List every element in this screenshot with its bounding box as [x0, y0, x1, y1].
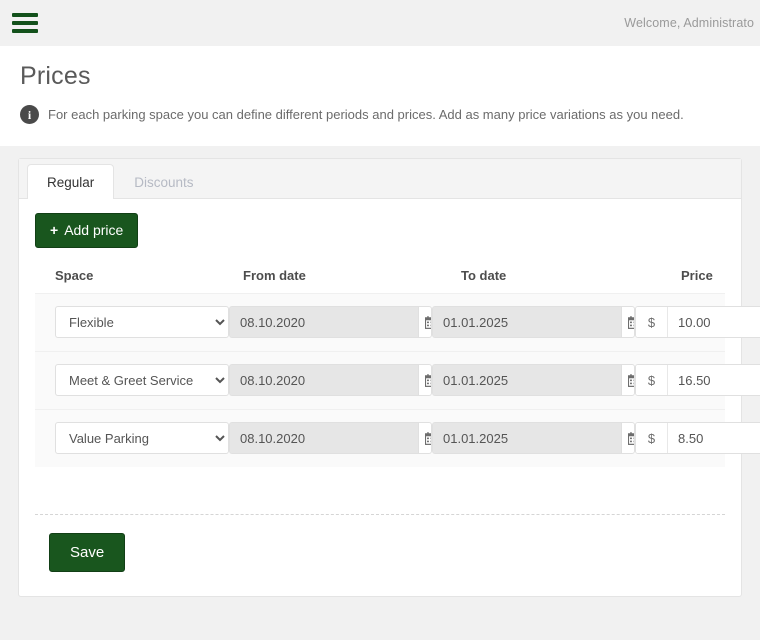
hamburger-bar — [12, 21, 38, 25]
column-header-price: Price — [681, 267, 713, 283]
hamburger-bar — [12, 13, 38, 17]
to-date-calendar-button[interactable] — [621, 307, 634, 338]
tab-bar: Regular Discounts — [19, 159, 741, 199]
price-input[interactable] — [668, 365, 760, 396]
to-date-group — [432, 422, 635, 455]
table-row: Value Parking 08.10.2020 01.01.2025 $ 8.… — [35, 408, 760, 467]
save-button[interactable]: Save — [49, 532, 126, 572]
cell-space: Value Parking — [55, 422, 229, 455]
currency-symbol: $ — [636, 307, 668, 338]
hamburger-menu-icon[interactable] — [12, 12, 38, 34]
price-input[interactable] — [668, 423, 760, 454]
cell-to-date — [432, 364, 635, 397]
calendar-icon — [425, 373, 431, 387]
cell-to-date — [432, 306, 635, 339]
column-header-space: Space — [55, 267, 94, 283]
currency-symbol: $ — [636, 423, 668, 454]
from-date-calendar-button[interactable] — [418, 423, 431, 454]
calendar-icon — [425, 315, 431, 329]
cell-price: $ — [635, 306, 760, 339]
table-header-row: Space From date To date Price — [35, 268, 725, 293]
table-row: Meet & Greet Service 08.10.2020 01.01.20… — [35, 350, 760, 409]
from-date-group — [229, 306, 432, 339]
from-date-input[interactable] — [230, 365, 418, 396]
info-icon: i — [20, 105, 39, 124]
cell-space: Meet & Greet Service — [55, 364, 229, 397]
calendar-icon — [628, 431, 634, 445]
to-date-calendar-button[interactable] — [621, 365, 634, 396]
plus-icon: + — [50, 222, 59, 238]
price-group: $ — [635, 422, 760, 455]
calendar-icon — [628, 315, 634, 329]
price-group: $ — [635, 306, 760, 339]
hamburger-bar — [12, 29, 38, 33]
calendar-icon — [628, 373, 634, 387]
to-date-group — [432, 306, 635, 339]
prices-card: Regular Discounts + Add price Space From… — [18, 158, 760, 597]
from-date-group — [229, 422, 432, 455]
add-price-button[interactable]: + Add price — [35, 213, 139, 248]
cell-from-date — [229, 306, 432, 339]
to-date-group — [432, 364, 635, 397]
space-select[interactable]: Value Parking — [55, 422, 229, 455]
space-select[interactable]: Flexible — [55, 306, 229, 339]
to-date-input[interactable] — [433, 423, 621, 454]
welcome-label: Welcome, Administrato — [624, 16, 754, 30]
to-date-input[interactable] — [433, 365, 621, 396]
cell-space: Flexible — [55, 306, 229, 339]
table-row: Flexible 08.10.2020 01.01.2025 $ 10.00 — [35, 292, 760, 351]
to-date-input[interactable] — [433, 307, 621, 338]
page-title: Prices — [20, 62, 91, 90]
column-header-from-date: From date — [243, 267, 306, 283]
currency-symbol: $ — [636, 365, 668, 396]
card-body: + Add price Space From date To date Pric… — [19, 199, 760, 596]
from-date-input[interactable] — [230, 307, 418, 338]
from-date-group — [229, 364, 432, 397]
from-date-calendar-button[interactable] — [418, 365, 431, 396]
column-header-to-date: To date — [461, 267, 507, 283]
price-group: $ — [635, 364, 760, 397]
prices-table: Space From date To date Price Flexible 0… — [35, 268, 760, 467]
footer-actions: Save — [35, 515, 725, 596]
calendar-icon — [425, 431, 431, 445]
cell-to-date — [432, 422, 635, 455]
cell-price: $ — [635, 364, 760, 397]
info-banner: i For each parking space you can define … — [20, 105, 740, 124]
page-header: Prices i For each parking space you can … — [0, 46, 760, 146]
from-date-input[interactable] — [230, 423, 418, 454]
cell-price: $ — [635, 422, 760, 455]
to-date-calendar-button[interactable] — [621, 423, 634, 454]
tab-regular[interactable]: Regular — [27, 163, 115, 199]
from-date-calendar-button[interactable] — [418, 307, 431, 338]
info-text: For each parking space you can define di… — [48, 107, 684, 122]
content-area: Regular Discounts + Add price Space From… — [0, 146, 760, 597]
price-input[interactable] — [668, 307, 760, 338]
space-select[interactable]: Meet & Greet Service — [55, 364, 229, 397]
tab-discounts[interactable]: Discounts — [114, 164, 213, 200]
cell-from-date — [229, 364, 432, 397]
top-bar: Welcome, Administrato — [0, 0, 760, 46]
cell-from-date — [229, 422, 432, 455]
add-price-label: Add price — [64, 222, 124, 238]
